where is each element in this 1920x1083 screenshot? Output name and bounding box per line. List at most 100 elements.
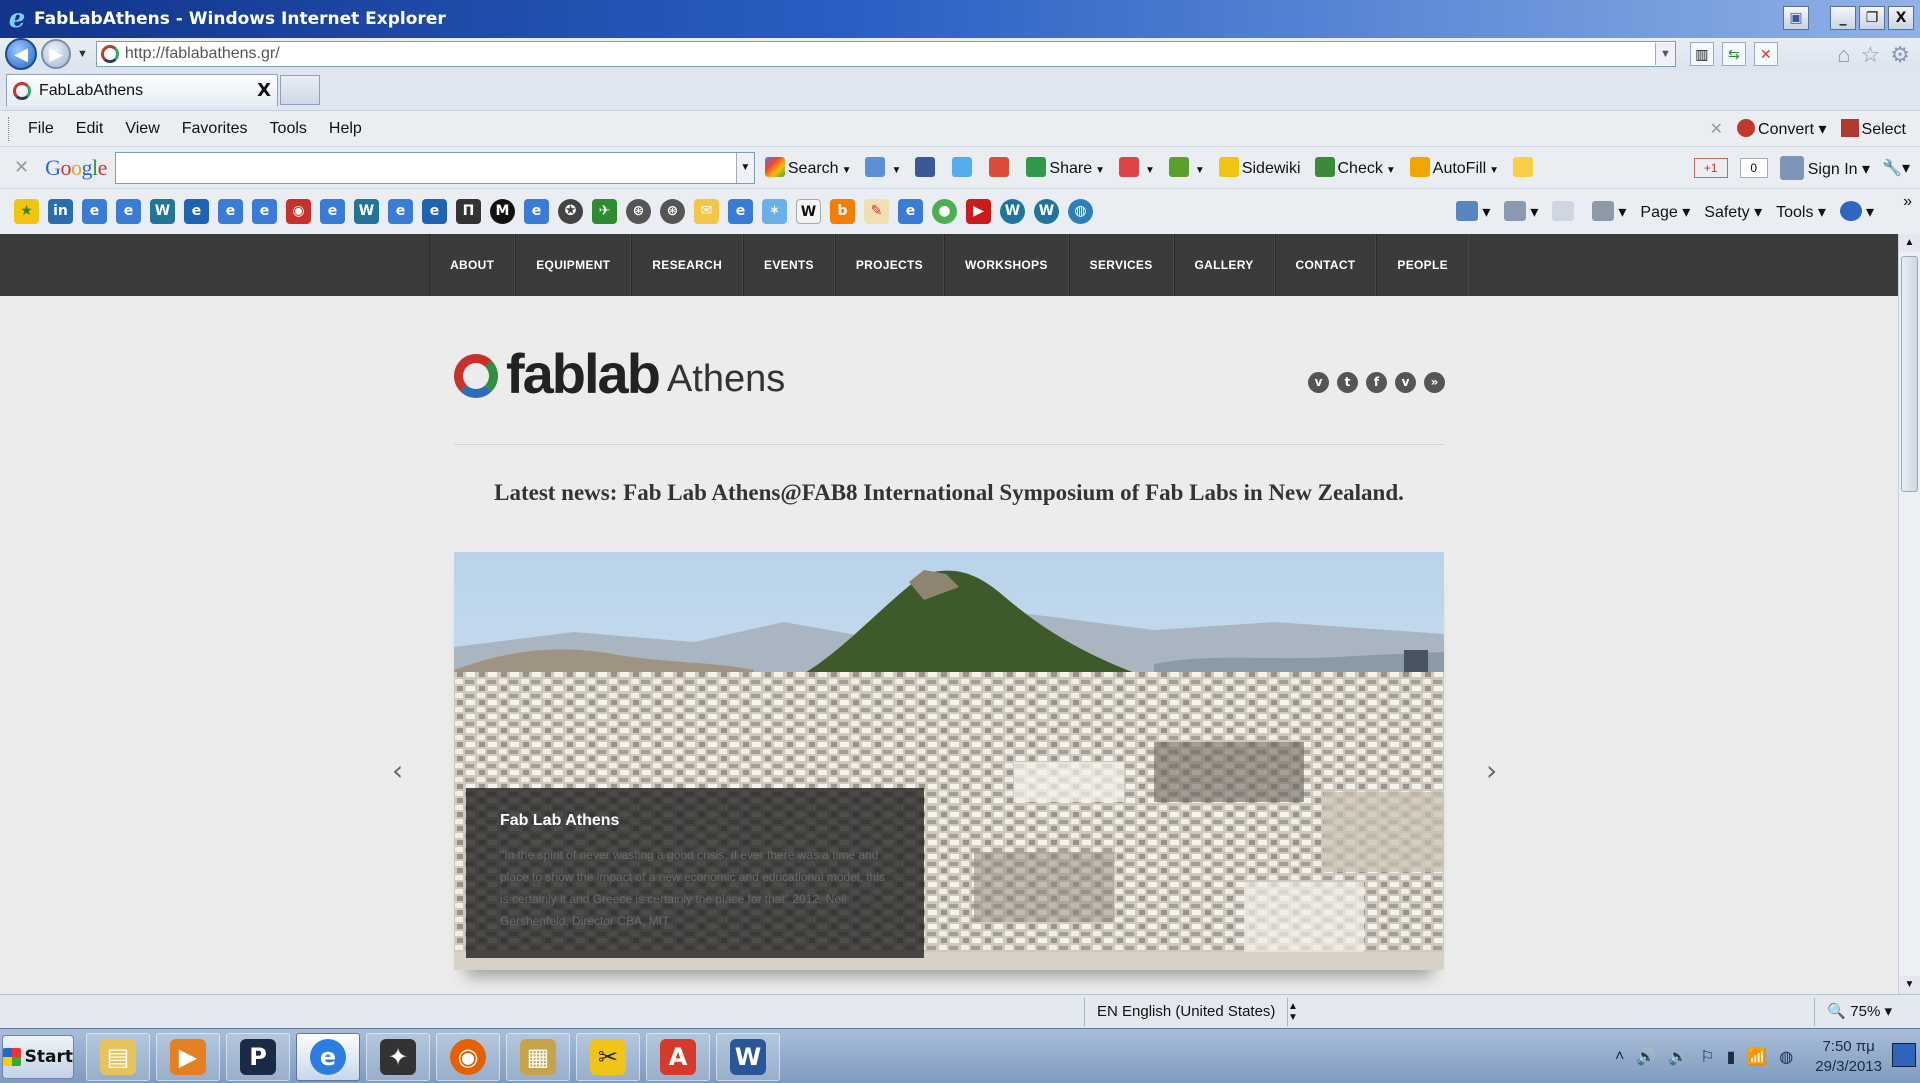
tab-fablabathens[interactable]: FabLabAthens X [6,74,278,106]
nav-gallery[interactable]: GALLERY [1173,234,1275,296]
globe-dark-icon[interactable]: ⊛ [626,199,651,224]
menu-view[interactable]: View [121,118,163,140]
vimeo-icon[interactable]: v [1308,372,1329,393]
stop-icon[interactable]: ✕ [1753,42,1778,66]
taskbar-tool[interactable]: ✂ [576,1033,640,1081]
tray-expand-icon[interactable]: ˄ [1615,1048,1624,1066]
google-search-button[interactable]: Search ▼ [764,157,851,178]
nav-events[interactable]: EVENTS [743,234,835,296]
edge-icon[interactable]: e [422,199,447,224]
nav-equipment[interactable]: EQUIPMENT [515,234,632,296]
google-toolbar-close-icon[interactable]: ✕ [14,157,29,178]
address-url[interactable]: http://fablabathens.gr/ [125,45,1655,63]
taskbar-firefox[interactable]: ◉ [436,1033,500,1081]
edge-icon[interactable]: e [184,199,209,224]
nav-workshops[interactable]: WORKSHOPS [943,234,1069,296]
pillar-icon[interactable]: Π [456,199,481,224]
globe-tray-icon[interactable]: ◍ [1779,1047,1793,1067]
feeds-button[interactable]: ▾ [1504,201,1538,222]
facebook-button[interactable] [915,157,938,178]
favorites-star-icon[interactable]: ☆ [1861,42,1881,68]
google-plus-button[interactable] [989,157,1012,178]
taskbar-explorer[interactable]: ▤ [86,1033,150,1081]
flag-icon[interactable]: ⚐ [1700,1047,1714,1067]
ie-page-icon[interactable]: e [388,199,413,224]
tumblr-icon[interactable]: t [1337,372,1358,393]
start-button[interactable]: Start [2,1035,74,1079]
wikipedia-icon[interactable]: W [796,199,821,224]
twitter-button[interactable] [952,157,975,178]
menu-help[interactable]: Help [325,118,366,140]
nav-about[interactable]: ABOUT [429,234,516,296]
battery-icon[interactable]: ▮ [1727,1047,1736,1067]
refresh-icon[interactable]: ⇆ [1721,42,1746,66]
highlight-button[interactable]: ▼ [1168,157,1205,178]
globe-icon[interactable]: ◍ [1068,199,1093,224]
ie-page-icon[interactable]: e [524,199,549,224]
globe-dark-icon[interactable]: ⊛ [660,199,685,224]
tools-menu[interactable]: Tools ▾ [1776,202,1826,222]
site-logo[interactable]: fablab Athens [454,346,785,402]
translate-button[interactable]: ▼ [1119,157,1155,178]
ie-page-icon[interactable]: e [252,199,277,224]
facebook-icon[interactable]: f [1366,372,1387,393]
audio-icon[interactable]: 🔉 [1668,1047,1688,1067]
compat-icon[interactable]: ▣ [1783,6,1809,30]
ie-page-icon[interactable]: e [218,199,243,224]
wordpress-icon[interactable]: W [1034,199,1059,224]
select-button[interactable]: Select [1840,118,1906,139]
vine-icon[interactable]: v [1395,372,1416,393]
autofill-button[interactable]: AutoFill ▼ [1409,157,1499,178]
wrench-icon[interactable]: 🔧▾ [1882,158,1910,178]
help-button[interactable]: ▾ [1839,201,1874,222]
speaker-icon[interactable]: 🔊 [1636,1047,1656,1067]
star-blue-icon[interactable]: ✶ [762,199,787,224]
green-blob-icon[interactable]: ● [932,199,957,224]
home-icon[interactable]: ⌂ [1837,42,1850,68]
medium-icon[interactable]: M [490,199,515,224]
scroll-down-icon[interactable]: ▼ [1899,976,1920,994]
check-button[interactable]: Check ▼ [1314,157,1396,178]
tab-close-button[interactable]: X [257,80,271,101]
gear-icon[interactable]: ⚙ [1890,42,1910,68]
badge-icon[interactable]: ✪ [558,199,583,224]
compatibility-view-icon[interactable]: ▥ [1689,42,1714,66]
minimize-button[interactable]: _ [1830,6,1856,30]
menu-favorites[interactable]: Favorites [178,118,252,140]
scroll-up-icon[interactable]: ▲ [1899,234,1920,252]
taskbar-media-player[interactable]: ▶ [156,1033,220,1081]
plus-one-button[interactable]: +1 [1693,157,1728,178]
back-button[interactable]: ◀ [5,38,37,70]
print-button[interactable]: ▾ [1592,201,1626,222]
blogger-icon[interactable]: b [830,199,855,224]
nav-projects[interactable]: PROJECTS [834,234,944,296]
google-search-dropdown-icon[interactable]: ▼ [735,152,754,183]
convert-button[interactable]: Convert ▾ [1737,118,1827,139]
safety-menu[interactable]: Safety ▾ [1704,202,1762,222]
pencil-button[interactable] [1513,157,1536,178]
show-desktop-button[interactable] [1892,1043,1916,1067]
vertical-scrollbar[interactable]: ▲ ▼ [1898,234,1920,994]
ie-page-icon[interactable]: e [116,199,141,224]
language-indicator[interactable]: EN English (United States) [1084,998,1289,1026]
close-window-button[interactable]: X [1888,6,1914,30]
ie-page-icon[interactable]: e [728,199,753,224]
ie-page-icon[interactable]: e [82,199,107,224]
nav-people[interactable]: PEOPLE [1376,234,1469,296]
ie-page-icon[interactable]: e [898,199,923,224]
maximize-button[interactable]: ❐ [1859,6,1885,30]
latest-news[interactable]: Latest news: Fab Lab Athens@FAB8 Interna… [454,480,1444,506]
google-search-input[interactable]: ▼ [114,151,755,184]
taskbar-inkscape[interactable]: ✦ [366,1033,430,1081]
read-mail-button[interactable] [1552,201,1578,222]
folder-icon[interactable]: ✉ [694,199,719,224]
taskbar-acrobat[interactable]: A [646,1033,710,1081]
network-icon[interactable]: 📶 [1747,1047,1767,1067]
nav-services[interactable]: SERVICES [1068,234,1174,296]
address-field[interactable]: http://fablabathens.gr/ ▼ [95,41,1676,67]
forward-button[interactable]: ▶ [41,39,71,69]
bookmark-icon[interactable]: ✎ [864,199,889,224]
sidewiki-button[interactable]: Sidewiki [1218,157,1301,178]
youtube-icon[interactable]: ▶ [966,199,991,224]
toolbar-overflow-icon[interactable]: » [1903,193,1912,211]
